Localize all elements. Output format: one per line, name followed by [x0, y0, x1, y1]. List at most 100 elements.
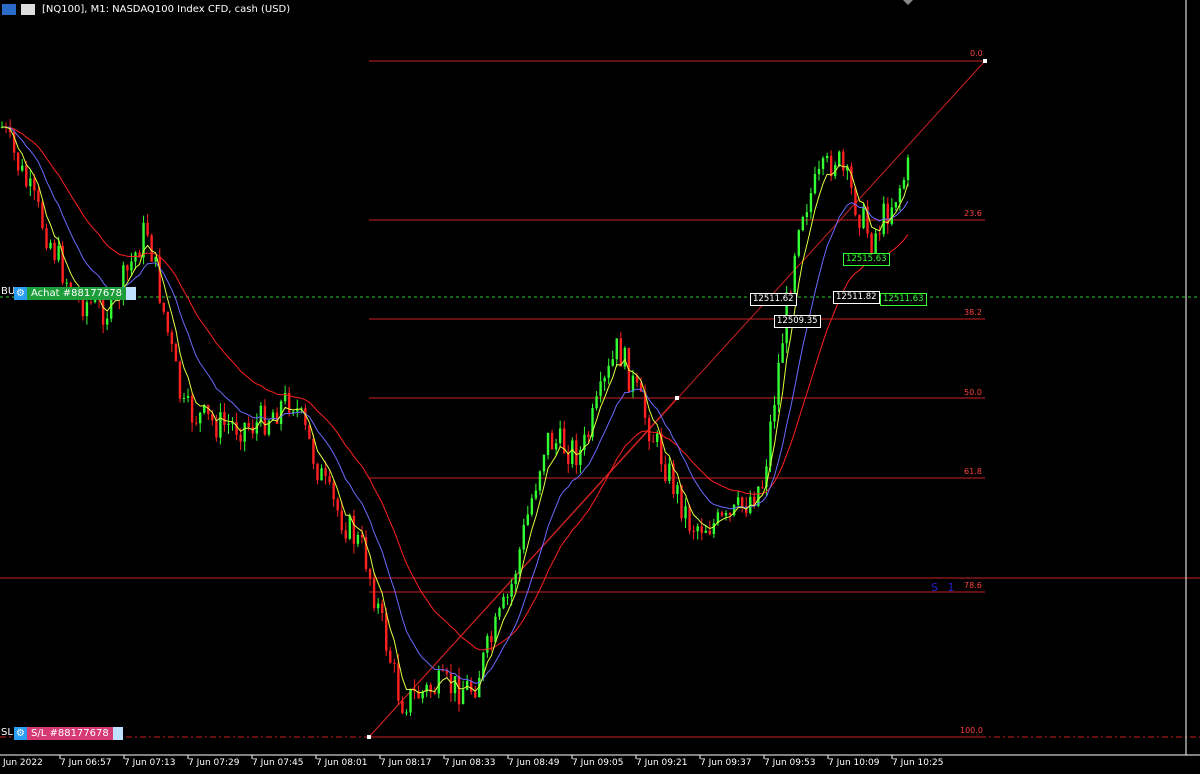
candle-body [567, 453, 570, 464]
candle-body [372, 578, 376, 609]
candle-body [324, 468, 327, 477]
time-tick-label: 7 Jun 08:49 [508, 758, 560, 768]
candle-body [902, 180, 906, 189]
candle-body [821, 158, 825, 169]
close-handle[interactable] [112, 727, 123, 740]
candle-body [607, 365, 610, 378]
candle-body [898, 188, 902, 203]
candle-body [558, 428, 562, 444]
moving-average-mid [1, 126, 909, 684]
fib-anchor-bottom [367, 735, 371, 739]
candle-body [178, 361, 182, 399]
candle-body [761, 486, 764, 488]
candle-body [615, 338, 618, 360]
candle-body [906, 157, 910, 181]
candle-body [65, 282, 68, 284]
candle-body [235, 422, 238, 435]
candle-body [728, 512, 732, 516]
gear-icon[interactable]: ⚙ [14, 727, 27, 740]
candle-body [247, 423, 250, 427]
candle-body [838, 151, 841, 166]
fib-label: 23.6 [964, 209, 982, 218]
time-tick-label: 7 Jun 07:29 [188, 758, 240, 768]
candle-body [126, 265, 129, 271]
candle-body [263, 405, 267, 435]
close-handle[interactable] [126, 287, 137, 300]
candle-body [817, 168, 821, 175]
fib-label: 100.0 [960, 726, 983, 735]
time-tick-label: 7 Jun 08:01 [316, 758, 368, 768]
time-tick-label: 7 Jun 08:33 [444, 758, 496, 768]
buy-order-tag[interactable]: ⚙ Achat #88177678 [14, 287, 137, 300]
candle-body [105, 318, 109, 325]
price-label: 12515.63 [843, 253, 890, 266]
candle-body [461, 689, 465, 705]
candle-body [647, 417, 651, 442]
candle-body [453, 676, 457, 694]
fib-anchor-mid [675, 396, 679, 400]
candle-body [25, 165, 28, 187]
time-tick-label: 7 Jun 10:25 [892, 758, 944, 768]
candle-body [393, 662, 396, 664]
buy-order-label: Achat #88177678 [27, 287, 127, 300]
candle-body [405, 712, 408, 714]
candle-body [376, 603, 380, 609]
candle-body [777, 362, 780, 405]
candle-body [619, 338, 623, 367]
chart-icon[interactable] [21, 4, 35, 15]
candle-body [518, 549, 521, 574]
price-chart[interactable] [0, 0, 1200, 774]
candle-body [385, 612, 388, 651]
candle-body [510, 584, 513, 597]
candle-body [49, 242, 52, 249]
candle-body [85, 302, 89, 317]
menu-icon[interactable] [2, 4, 16, 15]
candle-body [878, 233, 881, 235]
candle-body [599, 381, 602, 397]
candle-body [587, 434, 590, 438]
candle-body [825, 155, 829, 159]
time-tick-label: 7 Jun 10:09 [828, 758, 880, 768]
candle-body [813, 174, 817, 194]
candle-body [348, 515, 352, 539]
candle-body [809, 193, 813, 213]
time-tick-label: 7 Jun 09:53 [764, 758, 816, 768]
candle-body [874, 233, 877, 255]
chart-title: [NQ100], M1: NASDAQ100 Index CFD, cash (… [42, 4, 291, 15]
fib-label: 38.2 [964, 308, 982, 317]
candle-body [542, 454, 546, 472]
sl-order-tag[interactable]: ⚙ S/L #88177678 [14, 727, 123, 740]
candle-body [502, 596, 505, 609]
fib-label: 78.6 [964, 581, 982, 590]
candle-body [623, 347, 627, 367]
candle-body [41, 202, 44, 229]
candle-body [186, 396, 190, 398]
candle-body [692, 530, 695, 532]
candle-body [664, 464, 667, 481]
candle-body [162, 302, 165, 312]
fib-label: 50.0 [964, 388, 982, 397]
candle-body [611, 359, 614, 366]
candle-body [724, 512, 728, 516]
candle-body [174, 344, 178, 362]
candle-body [457, 676, 461, 705]
candle-body [190, 396, 194, 423]
s1-label: S 1 [931, 581, 958, 594]
gear-icon[interactable]: ⚙ [14, 287, 27, 300]
candle-body [465, 680, 469, 690]
candle-body [243, 423, 246, 442]
candle-body [550, 432, 554, 450]
candle-body [469, 680, 473, 692]
price-label: 12511.62 [750, 293, 797, 306]
candle-body [829, 155, 833, 177]
moving-average-slow [1, 126, 909, 651]
fib-anchor-top [983, 59, 987, 63]
price-label: 12511.63 [880, 293, 927, 306]
sl-order-label: S/L #88177678 [27, 727, 113, 740]
candle-body [571, 440, 574, 464]
fib-diagonal-second [368, 397, 678, 738]
candle-body [554, 443, 558, 450]
candle-body [720, 512, 724, 516]
candle-body [494, 616, 497, 642]
candle-body [16, 152, 20, 171]
